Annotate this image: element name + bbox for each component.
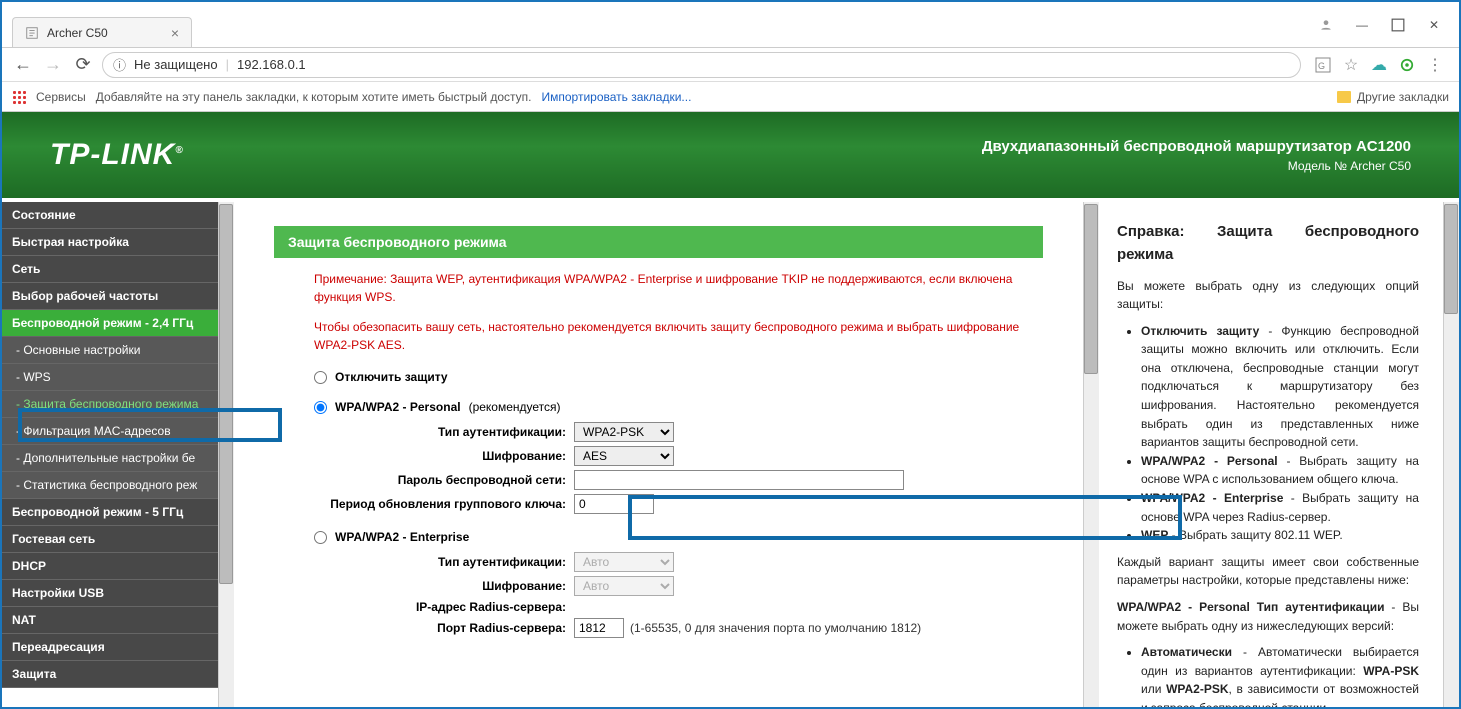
import-bookmarks-link[interactable]: Импортировать закладки... (542, 90, 692, 104)
main-panel: Защита беспроводного режима Примечание: … (234, 202, 1099, 707)
window-titlebar: Archer C50 × — ✕ (2, 2, 1459, 48)
translate-icon[interactable]: G (1315, 57, 1331, 73)
sidebar-item-8[interactable]: - Фильтрация MAC-адресов (2, 418, 218, 445)
sidebar-item-0[interactable]: Состояние (2, 202, 218, 229)
folder-icon (1337, 91, 1351, 103)
radio-personal[interactable] (314, 401, 327, 414)
bookmark-hint: Добавляйте на эту панель закладки, к кот… (96, 90, 532, 104)
maximize-icon[interactable] (1391, 18, 1405, 32)
extension-circle-icon[interactable] (1399, 57, 1415, 73)
security-label: Не защищено (134, 57, 218, 72)
radio-enterprise-label: WPA/WPA2 - Enterprise (335, 530, 469, 544)
sidebar-item-3[interactable]: Выбор рабочей частоты (2, 283, 218, 310)
help-panel: Справка: Защита беспроводного режима Вы … (1099, 202, 1459, 707)
password-input[interactable] (574, 470, 904, 490)
sidebar-item-12[interactable]: Гостевая сеть (2, 526, 218, 553)
radio-disable[interactable] (314, 371, 327, 384)
note-2: Чтобы обезопасить вашу сеть, настоятельн… (314, 318, 1043, 354)
apps-label[interactable]: Сервисы (36, 90, 86, 104)
sidebar: СостояниеБыстрая настройкаСетьВыбор рабо… (2, 202, 234, 707)
auth2-select[interactable]: Авто (574, 552, 674, 572)
password-label: Пароль беспроводной сети: (314, 473, 574, 487)
cipher-select[interactable]: AES (574, 446, 674, 466)
sidebar-item-11[interactable]: Беспроводной режим - 5 ГГц (2, 499, 218, 526)
url-input[interactable]: ⓘ Не защищено | 192.168.0.1 (102, 52, 1301, 78)
help-title: Справка: Защита беспроводного режима (1117, 220, 1419, 267)
logo: TP-LINK® (50, 138, 184, 172)
groupkey-input[interactable] (574, 494, 654, 514)
help-item-auto: Автоматически - Автоматически выбирается… (1141, 643, 1419, 707)
radio-personal-rec: (рекомендуется) (469, 400, 561, 414)
sidebar-item-1[interactable]: Быстрая настройка (2, 229, 218, 256)
menu-icon[interactable]: ⋮ (1427, 57, 1443, 73)
sidebar-item-17[interactable]: Защита (2, 661, 218, 688)
url-text: 192.168.0.1 (237, 57, 306, 72)
radius-port-label: Порт Radius-сервера: (314, 621, 574, 635)
close-icon[interactable]: ✕ (1427, 18, 1441, 32)
radius-port-input[interactable] (574, 618, 624, 638)
minimize-icon[interactable]: — (1355, 18, 1369, 32)
extension-cloud-icon[interactable]: ☁ (1371, 57, 1387, 73)
help-item-wep: WEP - Выбрать защиту 802.11 WEP. (1141, 526, 1419, 545)
radio-personal-label: WPA/WPA2 - Personal (335, 400, 461, 414)
cipher2-select[interactable]: Авто (574, 576, 674, 596)
sidebar-item-16[interactable]: Переадресация (2, 634, 218, 661)
radio-disable-label: Отключить защиту (335, 370, 448, 384)
sidebar-item-9[interactable]: - Дополнительные настройки бе (2, 445, 218, 472)
tab-close-icon[interactable]: × (171, 25, 179, 41)
reload-button[interactable]: ⟳ (72, 54, 94, 75)
sidebar-item-2[interactable]: Сеть (2, 256, 218, 283)
product-model: Модель № Archer C50 (982, 159, 1411, 173)
help-p1: Вы можете выбрать одну из следующих опци… (1117, 277, 1419, 314)
panel-title: Защита беспроводного режима (274, 226, 1043, 258)
help-item-disable: Отключить защиту - Функцию беспроводной … (1141, 322, 1419, 452)
address-bar: ← → ⟳ ⓘ Не защищено | 192.168.0.1 G ☆ ☁ … (2, 48, 1459, 82)
radio-enterprise[interactable] (314, 531, 327, 544)
user-icon[interactable] (1319, 18, 1333, 32)
sidebar-item-13[interactable]: DHCP (2, 553, 218, 580)
sidebar-item-15[interactable]: NAT (2, 607, 218, 634)
help-item-enterprise: WPA/WPA2 - Enterprise - Выбрать защиту н… (1141, 489, 1419, 526)
forward-button[interactable]: → (42, 54, 64, 75)
svg-text:G: G (1318, 61, 1325, 71)
radius-ip-label: IP-адрес Radius-сервера: (314, 600, 574, 614)
back-button[interactable]: ← (12, 54, 34, 75)
sidebar-item-5[interactable]: - Основные настройки (2, 337, 218, 364)
page-icon (25, 26, 39, 40)
sidebar-item-14[interactable]: Настройки USB (2, 580, 218, 607)
help-item-personal: WPA/WPA2 - Personal - Выбрать защиту на … (1141, 452, 1419, 489)
note-1: Примечание: Защита WEP, аутентификация W… (314, 270, 1043, 306)
sidebar-item-7[interactable]: - Защита беспроводного режима (2, 391, 218, 418)
tab-title: Archer C50 (47, 26, 108, 40)
other-bookmarks[interactable]: Другие закладки (1357, 90, 1449, 104)
auth-select[interactable]: WPA2-PSK (574, 422, 674, 442)
help-scrollbar[interactable] (1443, 202, 1459, 707)
cipher-label: Шифрование: (314, 449, 574, 463)
help-p2: Каждый вариант защиты имеет свои собстве… (1117, 553, 1419, 590)
cipher2-label: Шифрование: (314, 579, 574, 593)
bookmarks-bar: Сервисы Добавляйте на эту панель закладк… (2, 82, 1459, 112)
main-scrollbar[interactable] (1083, 202, 1099, 707)
browser-tab[interactable]: Archer C50 × (12, 17, 192, 47)
router-header: TP-LINK® Двухдиапазонный беспроводной ма… (2, 112, 1459, 198)
sidebar-scrollbar[interactable] (218, 202, 234, 707)
auth2-label: Тип аутентификации: (314, 555, 574, 569)
help-p3: WPA/WPA2 - Personal Тип аутентификации -… (1117, 598, 1419, 635)
info-icon[interactable]: ⓘ (113, 55, 126, 74)
product-title: Двухдиапазонный беспроводной маршрутизат… (982, 138, 1411, 155)
apps-icon[interactable] (12, 90, 26, 104)
sidebar-item-10[interactable]: - Статистика беспроводного реж (2, 472, 218, 499)
sidebar-item-6[interactable]: - WPS (2, 364, 218, 391)
star-icon[interactable]: ☆ (1343, 57, 1359, 73)
groupkey-label: Период обновления группового ключа: (314, 497, 574, 511)
radius-port-hint: (1-65535, 0 для значения порта по умолча… (630, 621, 921, 635)
auth-label: Тип аутентификации: (314, 425, 574, 439)
sidebar-item-4[interactable]: Беспроводной режим - 2,4 ГГц (2, 310, 218, 337)
